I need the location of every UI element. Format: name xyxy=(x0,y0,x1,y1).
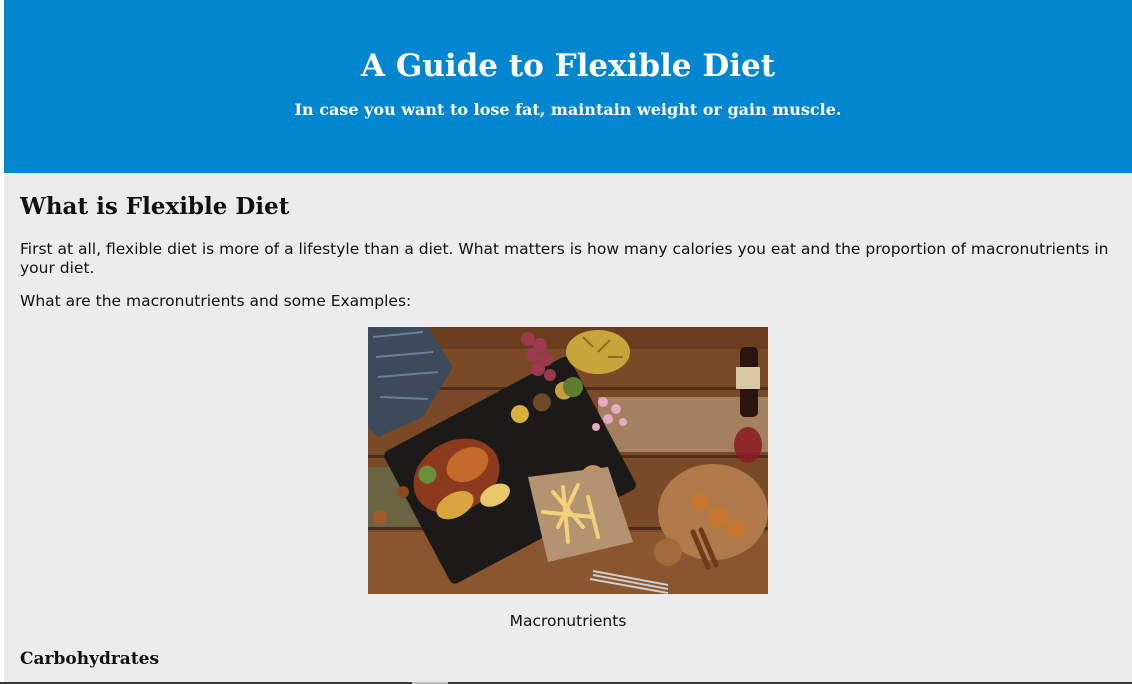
main-content: What is Flexible Diet First at all, flex… xyxy=(4,192,1132,670)
examples-paragraph: What are the macronutrients and some Exa… xyxy=(20,292,412,310)
macronutrients-figure: Macronutrients xyxy=(20,327,1116,631)
intro-paragraph: First at all, flexible diet is more of a… xyxy=(20,240,1109,277)
figure-caption: Macronutrients xyxy=(509,612,627,630)
page-subtitle: In case you want to lose fat, maintain w… xyxy=(294,100,842,119)
section-heading: What is Flexible Diet xyxy=(20,193,290,220)
page-title: A Guide to Flexible Diet xyxy=(360,48,776,84)
page: A Guide to Flexible Diet In case you wan… xyxy=(4,0,1132,682)
food-platter-image xyxy=(368,327,768,594)
page-header: A Guide to Flexible Diet In case you wan… xyxy=(4,0,1132,173)
carbohydrates-heading: Carbohydrates xyxy=(20,649,160,669)
